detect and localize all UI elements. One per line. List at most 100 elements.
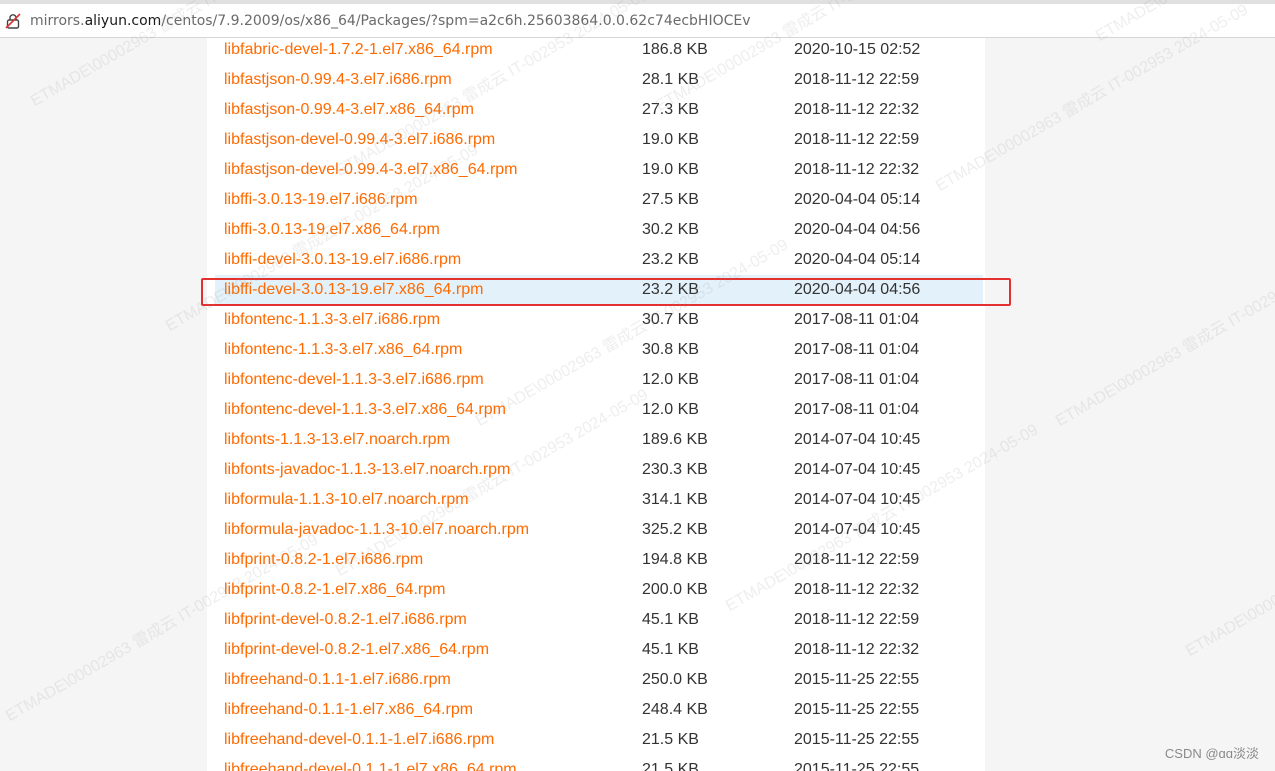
file-row: libformula-1.1.3-10.el7.noarch.rpm 314.1 … [215,485,983,515]
file-date: 2015-11-25 22:55 [794,761,920,771]
file-link[interactable]: libfastjson-devel-0.99.4-3.el7.i686.rpm [224,125,495,155]
file-date: 2018-11-12 22:32 [794,581,920,598]
file-row: libfprint-0.8.2-1.el7.x86_64.rpm 200.0 KB… [215,575,983,605]
file-link[interactable]: libfontenc-devel-1.1.3-3.el7.x86_64.rpm [224,395,506,425]
file-link[interactable]: libfontenc-devel-1.1.3-3.el7.i686.rpm [224,365,484,395]
file-row: libfprint-devel-0.8.2-1.el7.i686.rpm 45.1… [215,605,983,635]
file-date: 2017-08-11 01:04 [794,341,920,358]
file-row: libffi-devel-3.0.13-19.el7.x86_64.rpm 23.… [215,275,983,305]
file-date: 2018-11-12 22:59 [794,551,920,568]
file-link[interactable]: libffi-devel-3.0.13-19.el7.x86_64.rpm [224,275,483,305]
file-size: 30.7 KB [642,311,699,328]
file-link[interactable]: libfastjson-devel-0.99.4-3.el7.x86_64.rp… [224,155,518,185]
file-size: 45.1 KB [642,641,699,658]
file-link[interactable]: libffi-3.0.13-19.el7.i686.rpm [224,185,418,215]
file-row: libffi-devel-3.0.13-19.el7.i686.rpm 23.2 … [215,245,983,275]
file-size: 23.2 KB [642,251,699,268]
file-size: 19.0 KB [642,131,699,148]
url-text[interactable]: mirrors.aliyun.com/centos/7.9.2009/os/x8… [30,13,751,29]
file-row: libfontenc-devel-1.1.3-3.el7.x86_64.rpm 1… [215,395,983,425]
file-size: 194.8 KB [642,551,708,568]
file-date: 2017-08-11 01:04 [794,311,920,328]
file-link[interactable]: libfreehand-devel-0.1.1-1.el7.i686.rpm [224,725,494,755]
file-date: 2018-11-12 22:32 [794,101,920,118]
file-date: 2020-04-04 05:14 [794,251,921,268]
file-link[interactable]: libfprint-devel-0.8.2-1.el7.x86_64.rpm [224,635,489,665]
file-link[interactable]: libfastjson-0.99.4-3.el7.x86_64.rpm [224,95,474,125]
file-date: 2018-11-12 22:32 [794,641,920,658]
file-row: libfastjson-devel-0.99.4-3.el7.x86_64.rp… [215,155,983,185]
file-listing-panel: libfabric-devel-1.7.2-1.el7.x86_64.rpm 18… [207,38,985,771]
file-size: 325.2 KB [642,521,708,538]
file-link[interactable]: libfabric-devel-1.7.2-1.el7.x86_64.rpm [224,38,493,65]
file-row: libffi-3.0.13-19.el7.x86_64.rpm 30.2 KB 20… [215,215,983,245]
file-date: 2018-11-12 22:32 [794,161,920,178]
file-row: libfabric-devel-1.7.2-1.el7.x86_64.rpm 18… [215,38,983,65]
file-row: libfontenc-1.1.3-3.el7.x86_64.rpm 30.8 KB… [215,335,983,365]
file-link[interactable]: libfontenc-1.1.3-3.el7.i686.rpm [224,305,440,335]
file-link[interactable]: libformula-1.1.3-10.el7.noarch.rpm [224,485,469,515]
file-size: 30.2 KB [642,221,699,238]
file-row: libfreehand-devel-0.1.1-1.el7.i686.rpm 21… [215,725,983,755]
file-link[interactable]: libffi-devel-3.0.13-19.el7.i686.rpm [224,245,461,275]
file-date: 2018-11-12 22:59 [794,71,920,88]
file-size: 30.8 KB [642,341,699,358]
file-size: 230.3 KB [642,461,708,478]
file-size: 189.6 KB [642,431,708,448]
file-date: 2018-11-12 22:59 [794,611,920,628]
file-size: 12.0 KB [642,371,699,388]
file-link[interactable]: libfastjson-0.99.4-3.el7.i686.rpm [224,65,452,95]
file-link[interactable]: libfprint-0.8.2-1.el7.x86_64.rpm [224,575,445,605]
file-row: libfreehand-devel-0.1.1-1.el7.x86_64.rpm… [215,755,983,771]
file-size: 27.5 KB [642,191,699,208]
file-link[interactable]: libfreehand-devel-0.1.1-1.el7.x86_64.rpm [224,755,517,771]
file-link[interactable]: libfprint-0.8.2-1.el7.i686.rpm [224,545,423,575]
file-size: 248.4 KB [642,701,708,718]
file-size: 19.0 KB [642,161,699,178]
file-row: libffi-3.0.13-19.el7.i686.rpm 27.5 KB 2020… [215,185,983,215]
url-path: /centos/7.9.2009/os/x86_64/Packages/?spm… [161,13,751,29]
file-size: 186.8 KB [642,41,708,58]
file-date: 2015-11-25 22:55 [794,701,920,718]
file-link[interactable]: libfonts-1.1.3-13.el7.noarch.rpm [224,425,450,455]
file-size: 12.0 KB [642,401,699,418]
file-row: libfreehand-0.1.1-1.el7.i686.rpm 250.0 KB… [215,665,983,695]
file-size: 21.5 KB [642,761,699,771]
file-link[interactable]: libfonts-javadoc-1.1.3-13.el7.noarch.rpm [224,455,510,485]
file-date: 2017-08-11 01:04 [794,371,920,388]
file-row: libfonts-1.1.3-13.el7.noarch.rpm 189.6 KB… [215,425,983,455]
file-size: 45.1 KB [642,611,699,628]
file-size: 27.3 KB [642,101,699,118]
file-row: libfontenc-1.1.3-3.el7.i686.rpm 30.7 KB 20… [215,305,983,335]
file-row: libfastjson-0.99.4-3.el7.x86_64.rpm 27.3 … [215,95,983,125]
file-date: 2014-07-04 10:45 [794,491,921,508]
file-size: 200.0 KB [642,581,708,598]
file-link[interactable]: libffi-3.0.13-19.el7.x86_64.rpm [224,215,440,245]
file-row: libfonts-javadoc-1.1.3-13.el7.noarch.rpm… [215,455,983,485]
file-row: libfontenc-devel-1.1.3-3.el7.i686.rpm 12.… [215,365,983,395]
file-date: 2018-11-12 22:59 [794,131,920,148]
file-date: 2020-04-04 04:56 [794,221,921,238]
url-host: aliyun.com [84,13,162,29]
file-date: 2015-11-25 22:55 [794,731,920,748]
file-date: 2020-10-15 02:52 [794,41,921,58]
file-size: 23.2 KB [642,281,699,298]
file-link[interactable]: libfprint-devel-0.8.2-1.el7.i686.rpm [224,605,467,635]
file-link[interactable]: libfreehand-0.1.1-1.el7.x86_64.rpm [224,695,473,725]
file-date: 2014-07-04 10:45 [794,521,921,538]
insecure-lock-icon[interactable] [5,13,21,29]
file-row: libformula-javadoc-1.1.3-10.el7.noarch.r… [215,515,983,545]
file-row: libfastjson-0.99.4-3.el7.i686.rpm 28.1 KB… [215,65,983,95]
file-link[interactable]: libfreehand-0.1.1-1.el7.i686.rpm [224,665,451,695]
file-row: libfprint-devel-0.8.2-1.el7.x86_64.rpm 45… [215,635,983,665]
file-date: 2014-07-04 10:45 [794,431,921,448]
file-size: 28.1 KB [642,71,699,88]
csdn-credit: CSDN @ɑɑ淡淡 [1164,746,1259,761]
file-link[interactable]: libformula-javadoc-1.1.3-10.el7.noarch.r… [224,515,529,545]
address-bar[interactable]: mirrors.aliyun.com/centos/7.9.2009/os/x8… [0,0,1275,38]
watermark-text: ETMADE\00002963 雷成云 IT-002953 2024-05-09 [1183,466,1275,660]
watermark-text: ETMADE\00002963 雷成云 IT-002953 2024-05-09 [1053,236,1275,430]
file-row: libfreehand-0.1.1-1.el7.x86_64.rpm 248.4 … [215,695,983,725]
file-link[interactable]: libfontenc-1.1.3-3.el7.x86_64.rpm [224,335,462,365]
file-date: 2020-04-04 05:14 [794,191,921,208]
